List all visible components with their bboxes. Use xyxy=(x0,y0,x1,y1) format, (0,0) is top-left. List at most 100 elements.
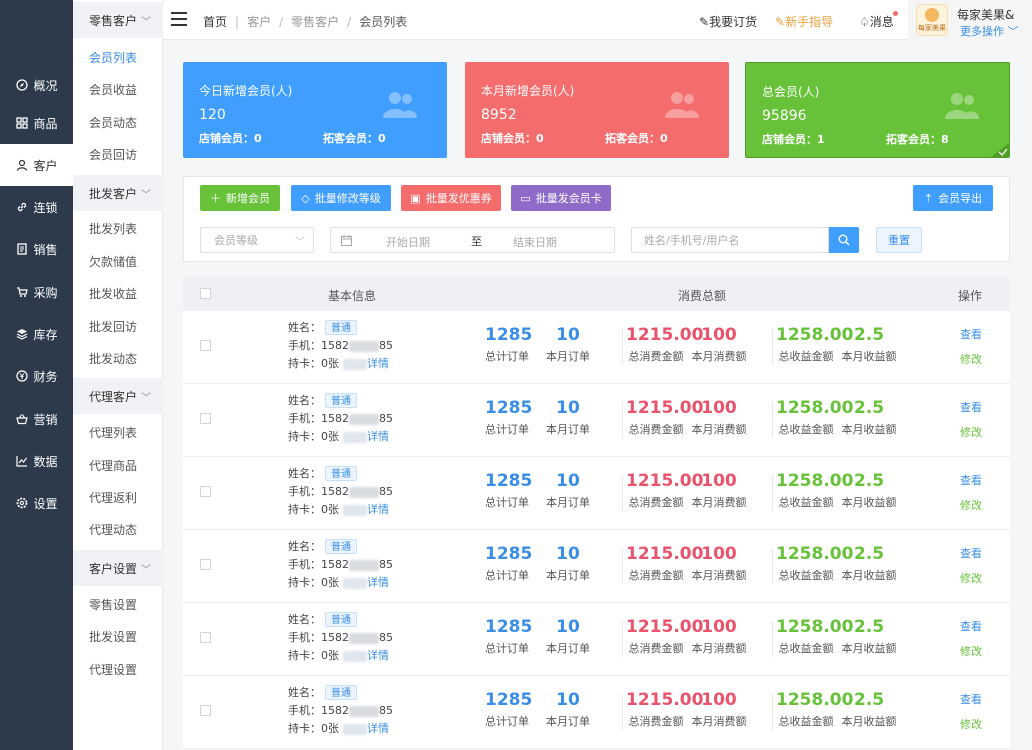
nav-item-data[interactable]: 数据 xyxy=(0,440,73,482)
nav-item-overview[interactable]: 概况 xyxy=(0,64,73,106)
submenu-item-agent-list[interactable]: 代理列表 xyxy=(73,420,163,446)
edit-link[interactable]: 修改 xyxy=(960,351,982,367)
guide-link[interactable]: ✎新手指导 xyxy=(775,13,833,30)
batch-coupon-button[interactable]: ▣ 批量发优惠券 xyxy=(401,185,501,211)
total-spend: 1215.00 总消费金额 xyxy=(626,325,703,364)
end-date-input[interactable]: 结束日期 xyxy=(513,234,557,250)
row-checkbox[interactable] xyxy=(200,413,211,424)
submenu-item-wholesale-list[interactable]: 批发列表 xyxy=(73,216,163,242)
card-detail-link[interactable]: 详情 xyxy=(367,722,389,735)
search-icon xyxy=(838,234,850,246)
card-label: 持卡： xyxy=(288,722,321,735)
view-link[interactable]: 查看 xyxy=(960,472,982,488)
submenu-item-wholesale-income[interactable]: 批发收益 xyxy=(73,281,163,307)
submenu-item-member-list[interactable]: 会员列表 xyxy=(73,45,163,71)
edit-link[interactable]: 修改 xyxy=(960,716,982,732)
submenu-item-wholesale-visit[interactable]: 批发回访 xyxy=(73,314,163,340)
date-range-picker[interactable]: 开始日期 至 结束日期 xyxy=(330,227,615,253)
table-row: 姓名： 普通 手机：1582 85 持卡：0张 详情 1285 总计订单 10 本月订单 … xyxy=(183,384,1010,457)
total-spend-value: 1215.00 xyxy=(626,690,704,710)
batch-level-label: 批量修改等级 xyxy=(314,192,381,205)
card-detail-link[interactable]: 详情 xyxy=(367,430,389,443)
view-link[interactable]: 查看 xyxy=(960,326,982,342)
breadcrumb-customer[interactable]: 客户 xyxy=(247,15,271,29)
start-date-input[interactable]: 开始日期 xyxy=(386,234,430,250)
submenu-item-agent-rebate[interactable]: 代理返利 xyxy=(73,485,163,511)
submenu-item-agent-settings[interactable]: 代理设置 xyxy=(73,657,163,683)
search-input[interactable]: 姓名/手机号/用户名 xyxy=(631,227,829,253)
stat-expand-value: 0 xyxy=(378,132,386,145)
search-button[interactable] xyxy=(829,227,859,253)
submenu-item-debt-storage[interactable]: 欠款储值 xyxy=(73,249,163,275)
reset-button[interactable]: 重置 xyxy=(876,227,922,253)
breadcrumb-retail[interactable]: 零售客户 xyxy=(291,15,339,29)
month-income-value: 2.5 xyxy=(853,398,885,418)
card-detail-link[interactable]: 详情 xyxy=(367,576,389,589)
header-action: 操作 xyxy=(958,289,983,303)
stat-card-total[interactable]: 总会员(人) 95896 店铺会员：1 拓客会员：8 xyxy=(745,62,1010,158)
edit-link[interactable]: 修改 xyxy=(960,570,982,586)
submenu-item-member-income[interactable]: 会员收益 xyxy=(73,77,163,103)
edit-link[interactable]: 修改 xyxy=(960,643,982,659)
total-orders: 1285 总计订单 xyxy=(485,544,532,583)
card-masked xyxy=(343,650,367,662)
nav-item-sales[interactable]: 销售 xyxy=(0,228,73,270)
message-link[interactable]: ♤消息 xyxy=(859,13,894,30)
row-checkbox[interactable] xyxy=(200,486,211,497)
nav-item-customer[interactable]: 客户 xyxy=(0,144,73,186)
card-detail-link[interactable]: 详情 xyxy=(367,357,389,370)
breadcrumb-home[interactable]: 首页 xyxy=(203,15,227,29)
submenu-item-member-activity[interactable]: 会员动态 xyxy=(73,110,163,136)
card-detail-link[interactable]: 详情 xyxy=(367,503,389,516)
batch-card-button[interactable]: ▭ 批量发会员卡 xyxy=(511,185,611,211)
row-checkbox[interactable] xyxy=(200,559,211,570)
row-checkbox[interactable] xyxy=(200,705,211,716)
submenu-group-wholesale[interactable]: 批发客户 ﹀ xyxy=(73,175,163,211)
submenu-item-agent-goods[interactable]: 代理商品 xyxy=(73,453,163,479)
submenu-item-wholesale-activity[interactable]: 批发动态 xyxy=(73,346,163,372)
view-link[interactable]: 查看 xyxy=(960,399,982,415)
nav-item-chain[interactable]: 连锁 xyxy=(0,186,73,228)
submenu-item-wholesale-settings[interactable]: 批发设置 xyxy=(73,624,163,650)
submenu-group-customer-settings[interactable]: 客户设置 ﹀ xyxy=(73,550,163,586)
edit-link[interactable]: 修改 xyxy=(960,497,982,513)
submenu-item-member-visit[interactable]: 会员回访 xyxy=(73,142,163,168)
view-link[interactable]: 查看 xyxy=(960,618,982,634)
submenu-group-retail[interactable]: 零售客户 ﹀ xyxy=(73,2,163,38)
submenu-item-retail-settings[interactable]: 零售设置 xyxy=(73,592,163,618)
stat-expand-members: 拓客会员：0 xyxy=(605,130,668,146)
row-checkbox[interactable] xyxy=(200,340,211,351)
selected-corner-check-icon xyxy=(991,143,1009,157)
nav-item-purchase[interactable]: 采购 xyxy=(0,271,73,313)
user-menu[interactable]: 每家美果 每家美果& 更多操作 ﹀ xyxy=(908,0,1032,40)
chart-line-icon xyxy=(15,454,29,468)
row-checkbox[interactable] xyxy=(200,632,211,643)
menu-toggle-icon[interactable] xyxy=(171,12,187,26)
export-button[interactable]: ⇡ 会员导出 xyxy=(913,185,993,211)
order-link[interactable]: ✎我要订货 xyxy=(699,13,757,30)
phone-label: 手机： xyxy=(288,631,321,644)
edit-link[interactable]: 修改 xyxy=(960,424,982,440)
nav-item-finance[interactable]: 财务 xyxy=(0,355,73,397)
nav-item-label: 财务 xyxy=(33,369,58,384)
submenu-item-agent-activity[interactable]: 代理动态 xyxy=(73,517,163,543)
table-row: 姓名： 普通 手机：1582 85 持卡：0张 详情 1285 总计订单 10 本月订单 … xyxy=(183,676,1010,749)
member-level-select[interactable]: 会员等级 ﹀ xyxy=(200,227,314,253)
total-spend-value: 1215.00 xyxy=(626,398,704,418)
nav-item-label: 销售 xyxy=(33,242,58,257)
card-detail-link[interactable]: 详情 xyxy=(367,649,389,662)
add-member-button[interactable]: ＋ 新增会员 xyxy=(200,185,280,211)
more-actions[interactable]: 更多操作 ﹀ xyxy=(960,23,1019,39)
nav-item-settings[interactable]: 设置 xyxy=(0,482,73,524)
view-link[interactable]: 查看 xyxy=(960,545,982,561)
column-divider xyxy=(622,548,623,584)
batch-level-button[interactable]: ◇ 批量修改等级 xyxy=(291,185,391,211)
nav-item-inventory[interactable]: 库存 xyxy=(0,313,73,355)
submenu-group-agent[interactable]: 代理客户 ﹀ xyxy=(73,378,163,414)
total-orders-label: 总计订单 xyxy=(485,350,529,363)
month-orders-value: 10 xyxy=(556,325,580,345)
view-link[interactable]: 查看 xyxy=(960,691,982,707)
nav-item-marketing[interactable]: 营销 xyxy=(0,398,73,440)
select-all-checkbox[interactable] xyxy=(200,288,211,299)
nav-item-goods[interactable]: 商品 xyxy=(0,102,73,144)
